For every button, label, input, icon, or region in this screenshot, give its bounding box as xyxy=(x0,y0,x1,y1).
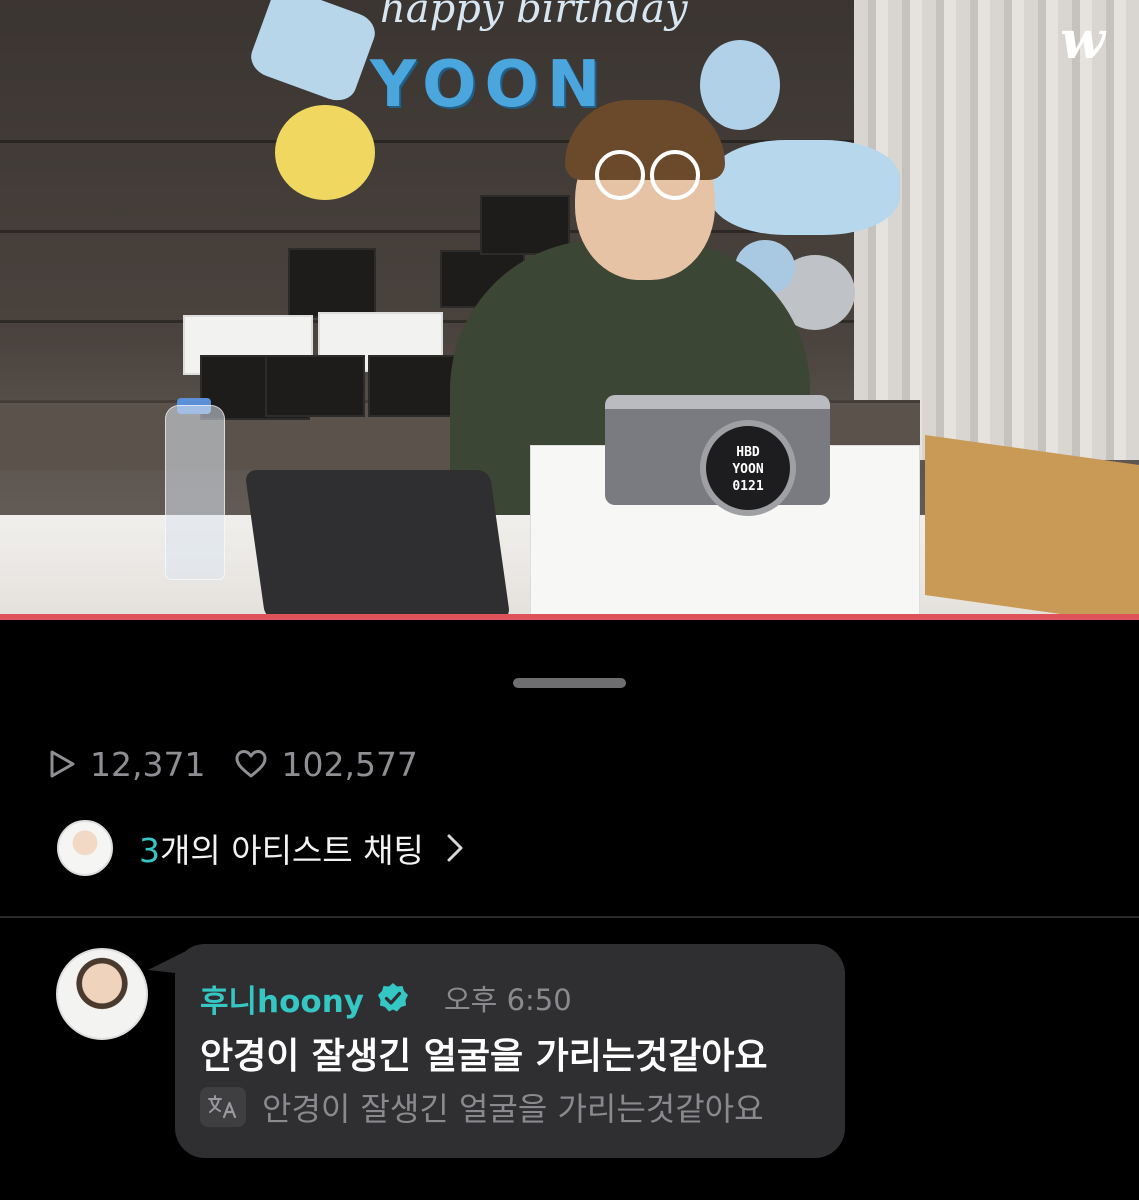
comment-text: 안경이 잘생긴 얼굴을 가리는것같아요 xyxy=(200,1036,768,1077)
gift-bag xyxy=(288,248,376,318)
gift-bag xyxy=(368,355,460,417)
comment-time: 오후 6:50 xyxy=(443,983,572,1017)
artist-chat-text: 개의 아티스트 채팅 xyxy=(160,831,424,870)
heart-icon xyxy=(235,750,267,778)
gift-tray xyxy=(925,434,1139,617)
wall-panel-line xyxy=(0,230,880,233)
lens-line: 0121 xyxy=(732,479,764,494)
section-divider xyxy=(0,916,1139,918)
translate-glyph-icon xyxy=(208,1095,237,1119)
stats-row: 12,371 102,577 xyxy=(48,742,448,786)
verified-badge-icon xyxy=(377,983,408,1012)
video-progress-bar[interactable] xyxy=(0,614,1139,620)
artist-chat-link[interactable]: 3개의 아티스트 채팅 xyxy=(57,818,464,878)
artist-avatar xyxy=(57,820,113,876)
artist-chat-label: 3개의 아티스트 채팅 xyxy=(139,824,424,872)
translate-icon[interactable] xyxy=(200,1087,246,1127)
sheet-drag-handle[interactable] xyxy=(513,678,626,688)
star-balloon xyxy=(245,0,381,107)
artist-chat-count: 3 xyxy=(139,831,160,870)
name-balloon-letters: YOON xyxy=(370,48,609,122)
play-icon xyxy=(50,750,75,778)
translated-text: 안경이 잘생긴 얼굴을 가리는것같아요 xyxy=(262,1090,764,1128)
play-count: 12,371 xyxy=(48,745,205,784)
water-bottle xyxy=(165,405,225,580)
birthday-banner-script: happy birthday xyxy=(380,0,688,32)
video-player[interactable]: happy birthday YOON HBD YOON 0121 w xyxy=(0,0,1139,617)
glasses-right-lens xyxy=(650,150,700,200)
bow-balloon xyxy=(710,140,900,235)
comment-author-avatar[interactable] xyxy=(56,948,148,1040)
weverse-logo: w xyxy=(1060,10,1105,71)
chevron-right-icon xyxy=(447,834,463,862)
comment-header: 후니hoony 오후 6:50 xyxy=(200,976,572,1020)
like-count: 102,577 xyxy=(235,744,418,784)
lens-line: HBD xyxy=(736,445,760,460)
heart-balloon xyxy=(700,40,780,130)
gift-bag xyxy=(265,355,365,417)
play-count-value: 12,371 xyxy=(90,744,206,784)
translation-row[interactable]: 안경이 잘생긴 얼굴을 가리는것같아요 xyxy=(200,1085,764,1129)
glasses-left-lens xyxy=(595,150,645,200)
chick-balloon xyxy=(275,105,375,200)
camera-cake-lens: HBD YOON 0121 xyxy=(700,420,796,516)
comment-author-name[interactable]: 후니hoony xyxy=(200,976,364,1021)
tablet-device xyxy=(244,470,511,617)
lens-line: YOON xyxy=(732,462,764,477)
wall-panel-line xyxy=(0,140,880,143)
like-count-value: 102,577 xyxy=(281,744,418,784)
